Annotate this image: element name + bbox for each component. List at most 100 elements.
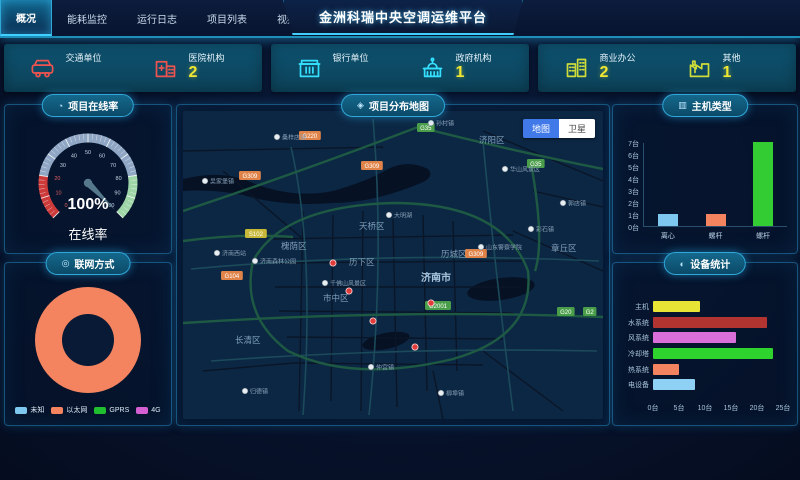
poi-marker[interactable] [252,258,258,264]
x-axis-tick: 20台 [746,403,768,413]
poi-marker[interactable] [386,212,392,218]
svg-text:20: 20 [54,176,60,182]
map-type-satellite[interactable]: 卫星 [559,119,595,138]
district-label: 历下区 [349,257,375,267]
district-label: 济南市 [421,271,451,284]
svg-text:30: 30 [60,163,66,169]
svg-text:40: 40 [71,153,77,159]
stat-item: 商业办公2 [563,54,649,82]
svg-text:G2: G2 [586,310,595,316]
bank-icon [296,54,324,82]
bar-离心 [658,214,678,226]
stat-item: 政府机构1 [419,54,505,82]
district-label: 章丘区 [551,243,577,253]
bar-电设备 [653,379,695,390]
x-axis-tick: 0台 [642,403,664,413]
stat-value: 2 [600,64,636,82]
poi-marker[interactable] [528,226,534,232]
project-marker[interactable] [428,300,434,306]
network-legend: 未知以太网 GPRS 4G [5,405,171,415]
poi-label: 济南森林公园 [260,258,296,266]
stat-value: 1 [456,64,492,82]
legend-item-4G[interactable]: 4G [136,405,160,415]
stat-label: 医院机构 [189,54,225,64]
panel-online-rate-title: ◔ 项目在线率 [42,94,134,117]
panel-network-title: ◎ 联网方式 [46,252,131,275]
device-chart-plot [653,301,783,395]
y-axis-tick: 3台 [615,187,639,197]
legend-label: 未知 [30,405,44,415]
project-marker[interactable] [346,288,352,294]
bar-风系统 [653,332,736,343]
poi-label: 山东警察学院 [486,244,522,252]
map-type-map[interactable]: 地图 [523,119,559,138]
poi-marker[interactable] [438,390,444,396]
svg-text:80: 80 [116,176,122,182]
gauge-caption: 在线率 [5,224,171,243]
stat-text: 医院机构2 [189,54,225,82]
project-map[interactable]: G309G309G309G220G104S102G35G35G2001G20G2… [183,111,603,419]
poi-label: 柳埠镇 [446,390,464,398]
panel-network: ◎ 联网方式 未知以太网GPRS4G [4,262,172,426]
x-axis-tick: 15台 [720,403,742,413]
district-label: 济阳区 [479,135,505,145]
poi-marker[interactable] [428,120,434,126]
map-canvas[interactable]: G309G309G309G220G104S102G35G35G2001G20G2… [183,111,603,419]
y-axis-label: 电设备 [617,380,649,390]
poi-marker[interactable] [274,134,280,140]
svg-text:G309: G309 [469,252,484,258]
legend-item-GPRS[interactable]: GPRS [94,405,129,415]
poi-marker[interactable] [214,250,220,256]
office-icon [563,54,591,82]
x-axis-label: 螺杆 [692,231,740,241]
x-axis-label: 螺杆 [739,231,787,241]
map-type-switcher: 地图卫星 [523,119,595,138]
y-axis-tick: 5台 [615,163,639,173]
stat-text: 银行单位 [333,54,369,82]
stat-label: 商业办公 [600,54,636,64]
poi-marker[interactable] [368,364,374,370]
poi-marker[interactable] [502,166,508,172]
stat-text: 政府机构1 [456,54,492,82]
poi-marker[interactable] [322,280,328,286]
poi-label: 千佛山风景区 [330,280,366,288]
nav-tab-0[interactable]: 概况 [0,0,52,36]
nav-tab-1[interactable]: 能耗监控 [52,0,122,36]
district-label: 历城区 [441,249,467,259]
project-marker[interactable] [330,260,336,266]
host-chart-plot: 离心螺杆螺杆 [643,143,787,227]
svg-text:G309: G309 [243,174,258,180]
poi-marker[interactable] [202,178,208,184]
poi-label: 归德镇 [250,388,268,396]
poi-label: 彩石镇 [536,226,554,234]
panel-device-stats: ◐ 设备统计 主机水系统风系统冷却塔热系统电设备0台5台10台15台20台25台 [612,262,798,426]
nav-tab-3[interactable]: 项目列表 [192,0,262,36]
bar-螺杆 [753,142,773,226]
bar-螺杆 [706,214,726,226]
stat-item: 银行单位 [296,54,382,82]
district-label: 长清区 [235,335,261,345]
x-axis-label: 离心 [644,231,692,241]
nav-tab-2[interactable]: 运行日志 [122,0,192,36]
project-marker[interactable] [370,318,376,324]
top-navbar: 概况能耗监控运行日志项目列表视频监控 金洲科瑞中央空调运维平台 [0,0,800,38]
legend-item-以太网[interactable]: 以太网 [51,405,87,415]
svg-text:50: 50 [85,150,91,156]
app-title: 金洲科瑞中央空调运维平台 [283,0,523,35]
y-axis-label: 冷却塔 [617,349,649,359]
svg-text:70: 70 [110,163,116,169]
legend-item-未知[interactable]: 未知 [15,405,44,415]
poi-marker[interactable] [478,244,484,250]
project-marker[interactable] [412,344,418,350]
panel-title-text: 设备统计 [690,256,730,271]
stat-card-2: 商业办公2其他1 [538,44,796,92]
factory-icon [686,54,714,82]
panel-map-title: ◈ 项目分布地图 [341,94,445,117]
panel-host-type: ▥ 主机类型 离心螺杆螺杆0台1台2台3台4台5台6台7台 [612,104,798,254]
stat-label: 交通单位 [66,54,102,64]
poi-marker[interactable] [242,388,248,394]
svg-text:G35: G35 [420,126,432,132]
poi-marker[interactable] [560,200,566,206]
stat-text: 交通单位 [66,54,102,82]
stat-text: 商业办公2 [600,54,636,82]
